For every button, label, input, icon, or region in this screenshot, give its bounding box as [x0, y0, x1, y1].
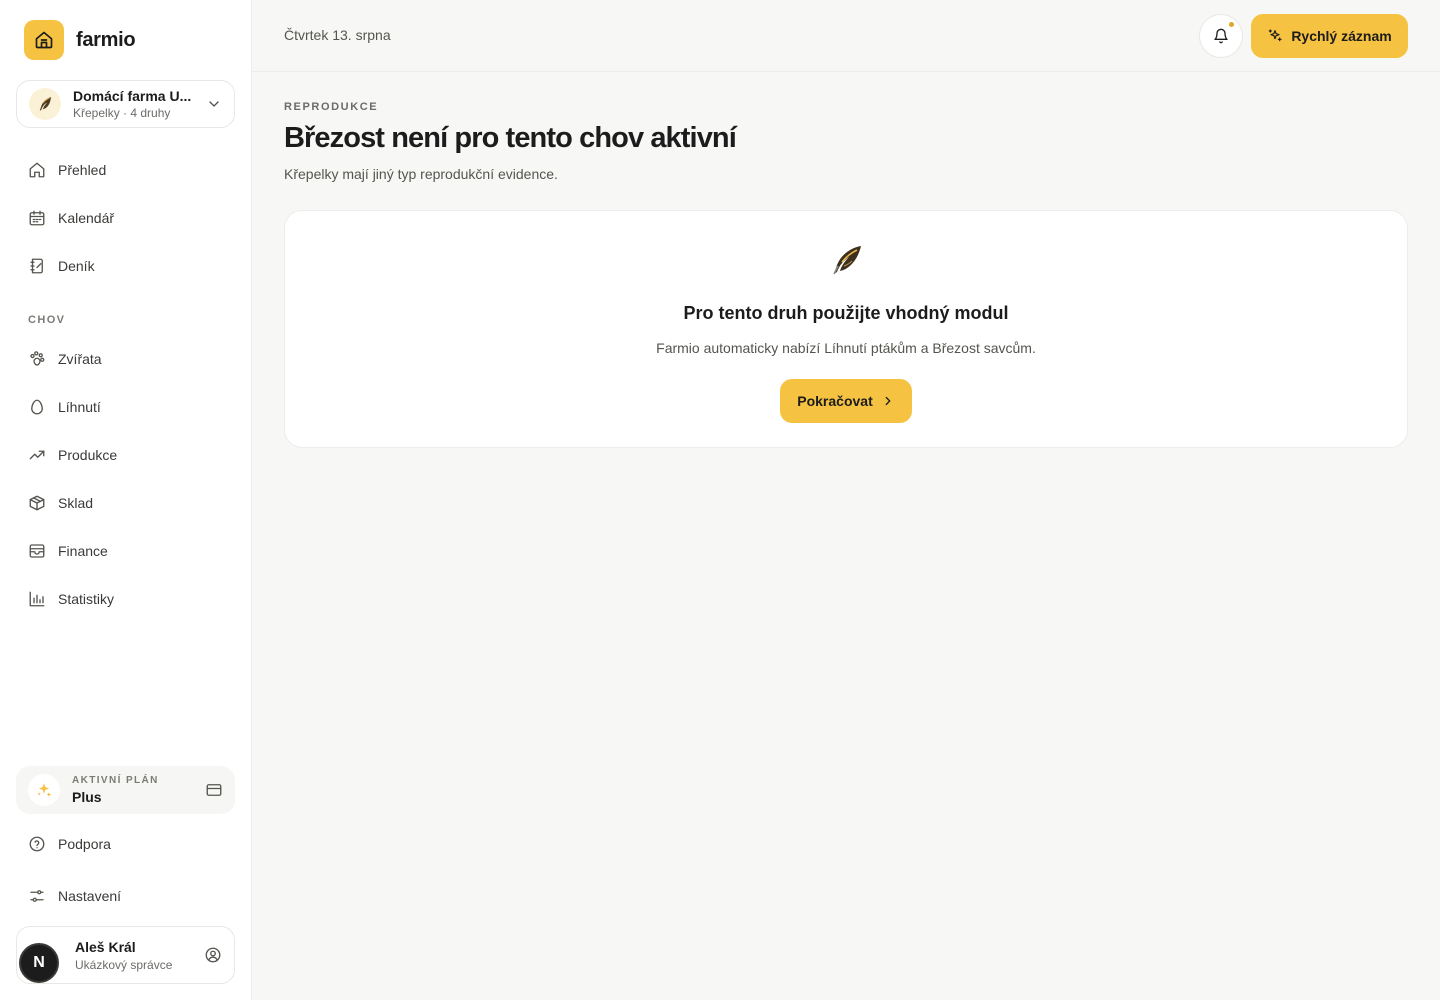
trending-up-icon [28, 446, 46, 464]
nav-item-denik[interactable]: Deník [16, 246, 235, 286]
empty-state-text: Farmio automaticky nabízí Líhnutí ptákům… [656, 340, 1036, 356]
sparkles-icon [28, 774, 60, 806]
bell-icon [1214, 28, 1228, 44]
chevron-down-icon [209, 101, 219, 107]
top-bar: Čtvrtek 13. srpna Rychlý záznam [252, 0, 1440, 72]
app-name: farmio [76, 28, 136, 51]
user-profile[interactable]: N Aleš Král Ukázkový správce [16, 926, 235, 984]
nav-item-finance[interactable]: Finance [16, 531, 235, 571]
section-label-chov: CHOV [28, 314, 66, 326]
plan-caption: AKTIVNÍ PLÁN [72, 775, 159, 786]
continue-label: Pokračovat [797, 393, 873, 409]
sliders-icon [28, 887, 46, 905]
notification-dot [1229, 22, 1234, 27]
nav-item-nastaveni[interactable]: Nastavení [16, 876, 235, 916]
bar-chart-icon [28, 590, 46, 608]
box-icon [28, 494, 46, 512]
nav-label: Kalendář [58, 210, 115, 226]
active-plan[interactable]: AKTIVNÍ PLÁN Plus [16, 766, 235, 814]
page-title: Březost není pro tento chov aktivní [284, 122, 737, 154]
nav-label: Sklad [58, 495, 94, 511]
page-subtitle: Křepelky mají jiný typ reprodukční evide… [284, 166, 558, 182]
help-circle-icon [28, 835, 46, 853]
brand[interactable]: farmio [24, 20, 136, 60]
nav-item-sklad[interactable]: Sklad [16, 483, 235, 523]
nav-label: Deník [58, 258, 95, 274]
home-icon [28, 161, 46, 179]
nav-label: Finance [58, 543, 108, 559]
nav-label: Produkce [58, 447, 118, 463]
avatar: N [19, 943, 59, 983]
feather-icon [29, 88, 61, 120]
user-circle-icon[interactable] [204, 946, 222, 964]
farm-switcher[interactable]: Domácí farma U... Křepelky · 4 druhy [16, 80, 235, 128]
nav-label: Podpora [58, 836, 111, 852]
paw-icon [28, 350, 46, 368]
nav-item-kalendar[interactable]: Kalendář [16, 198, 235, 238]
user-name: Aleš Král [75, 938, 136, 955]
chevron-right-icon [885, 396, 891, 406]
empty-state-title: Pro tento druh použijte vhodný modul [683, 303, 1009, 323]
plan-name: Plus [72, 789, 102, 805]
nav-label: Statistiky [58, 591, 115, 607]
nav-item-lihnuti[interactable]: Líhnutí [16, 387, 235, 427]
current-date: Čtvrtek 13. srpna [284, 27, 391, 43]
quick-record-button[interactable]: Rychlý záznam [1251, 14, 1408, 58]
farm-subtitle: Křepelky · 4 druhy [73, 106, 171, 120]
nav-item-statistiky[interactable]: Statistiky [16, 579, 235, 619]
page-eyebrow: REPRODUKCE [284, 101, 379, 113]
wallet-icon [28, 542, 46, 560]
feather-icon [285, 243, 1407, 279]
notifications-button[interactable] [1199, 14, 1243, 58]
quick-record-label: Rychlý záznam [1291, 28, 1392, 44]
nav-label: Nastavení [58, 888, 122, 904]
home-logo-icon [24, 20, 64, 60]
nav-item-podpora[interactable]: Podpora [16, 824, 235, 864]
nav-label: Zvířata [58, 351, 102, 367]
nav-item-prehled[interactable]: Přehled [16, 150, 235, 190]
nav-label: Přehled [58, 162, 107, 178]
sparkles-icon [1269, 29, 1282, 42]
calendar-icon [28, 209, 46, 227]
continue-button[interactable]: Pokračovat [780, 379, 912, 423]
nav-label: Líhnutí [58, 399, 101, 415]
user-role: Ukázkový správce [75, 957, 173, 972]
nav-item-zvirata[interactable]: Zvířata [16, 339, 235, 379]
sidebar: farmio Domácí farma U... Křepelky · 4 dr… [0, 0, 252, 1000]
notebook-icon [28, 257, 46, 275]
credit-card-icon [206, 784, 222, 796]
egg-icon [28, 398, 46, 416]
empty-state-card: Pro tento druh použijte vhodný modul Far… [284, 210, 1408, 448]
farm-name: Domácí farma U... [73, 88, 192, 104]
nav-item-produkce[interactable]: Produkce [16, 435, 235, 475]
